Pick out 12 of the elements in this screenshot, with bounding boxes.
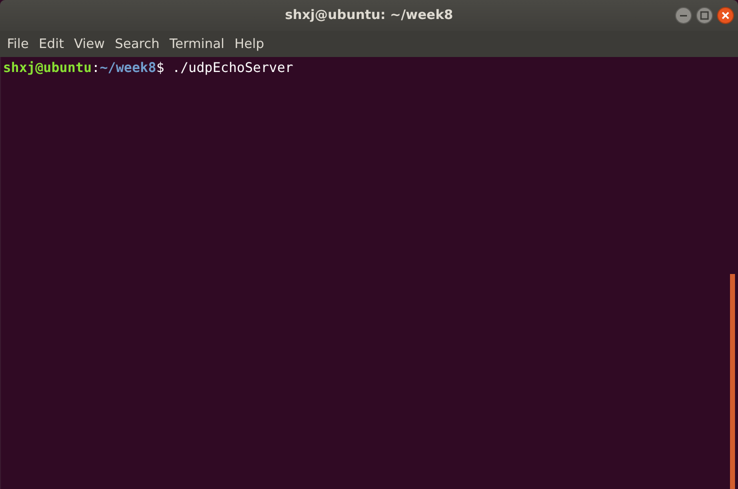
menu-item[interactable]: File	[7, 36, 34, 52]
menu-item[interactable]: Edit	[38, 36, 69, 52]
maximize-icon[interactable]	[696, 7, 713, 24]
menu-item[interactable]: Help	[234, 36, 270, 52]
minimize-icon[interactable]	[675, 7, 692, 24]
menu-item[interactable]: Terminal	[169, 36, 230, 52]
menu-item[interactable]: Search	[114, 36, 164, 52]
scrollbar-thumb[interactable]	[730, 274, 735, 489]
close-icon[interactable]	[717, 7, 734, 24]
window-title: shxj@ubuntu: ~/week8	[284, 8, 454, 23]
terminal-line: shxj@ubuntu:~/week8$ ./udpEchoServer	[3, 60, 294, 77]
menu-item[interactable]: View	[74, 36, 110, 52]
